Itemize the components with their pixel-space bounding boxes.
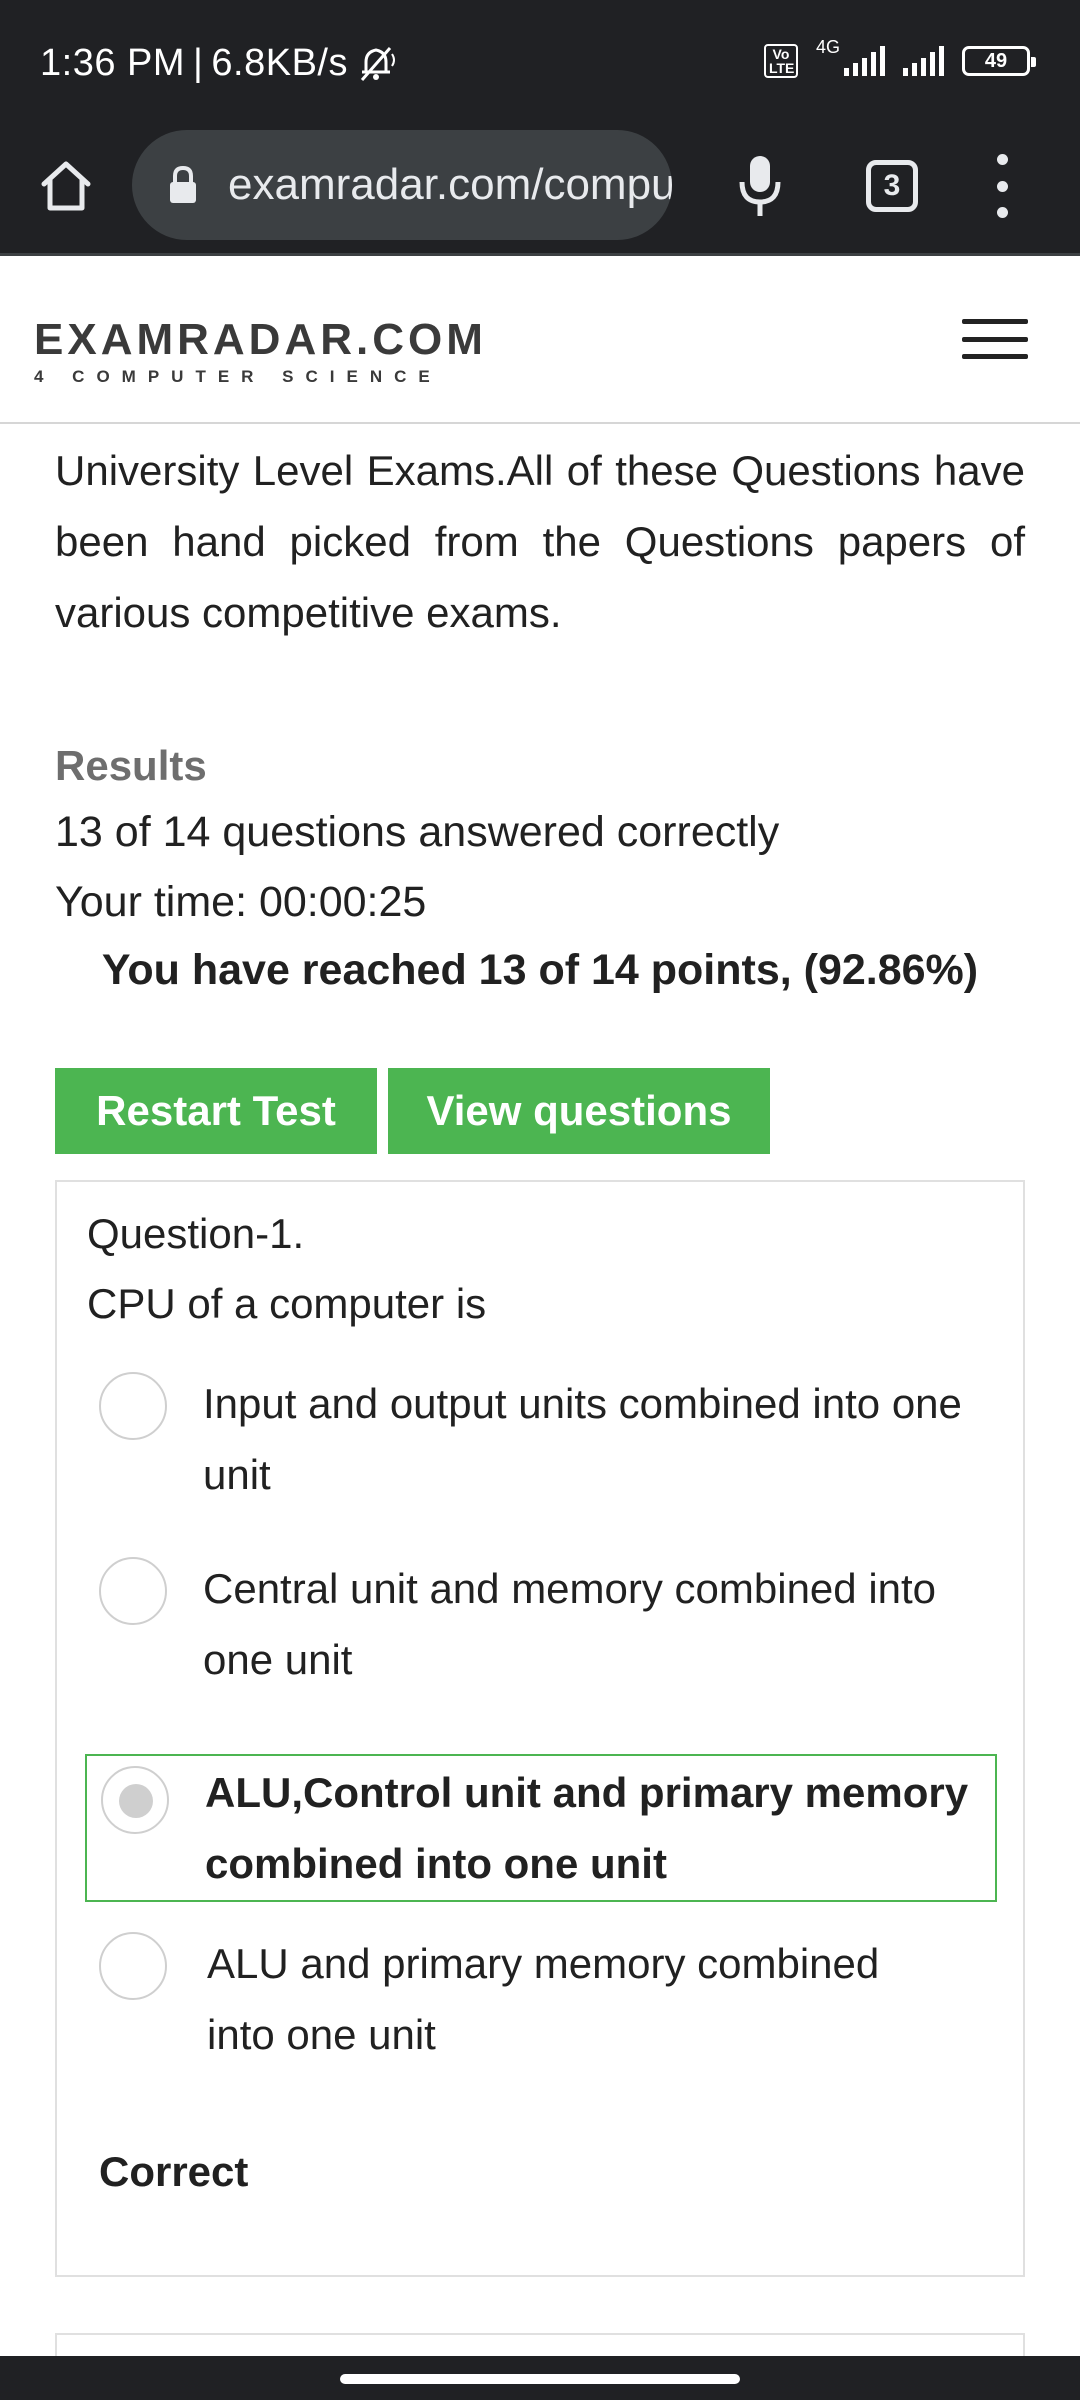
signal-icon bbox=[844, 46, 885, 76]
answer-option-4[interactable]: ALU and primary memory combined into one… bbox=[85, 1928, 997, 2078]
network-type: 4G bbox=[815, 36, 840, 57]
address-bar[interactable]: examradar.com/computer-fundamentals bbox=[132, 130, 672, 240]
battery-icon: 49 bbox=[962, 46, 1036, 76]
restart-test-button[interactable]: Restart Test bbox=[55, 1068, 377, 1154]
muted-bell-icon bbox=[360, 46, 395, 81]
microphone-icon[interactable] bbox=[734, 152, 786, 220]
answer-result: Correct bbox=[99, 2148, 249, 2195]
radio-button[interactable] bbox=[99, 1932, 167, 2000]
status-separator: | bbox=[193, 42, 204, 84]
volte-icon: Vo LTE bbox=[763, 44, 798, 78]
home-icon[interactable] bbox=[36, 156, 96, 216]
home-gesture-handle[interactable] bbox=[340, 2374, 740, 2384]
url-text: examradar.com/computer-fundamentals bbox=[228, 160, 672, 209]
hamburger-menu-icon[interactable] bbox=[962, 319, 1028, 359]
answer-option-2[interactable]: Central unit and memory combined into on… bbox=[85, 1553, 997, 1703]
status-bar: 1:36 PM | 6.8KB/s Vo LTE 4G 49 bbox=[0, 0, 1080, 130]
radio-button[interactable] bbox=[99, 1372, 167, 1440]
score-summary: You have reached 13 of 14 points, (92.86… bbox=[101, 946, 979, 994]
question-text: CPU of a computer is bbox=[87, 1280, 487, 1327]
radio-button-selected[interactable] bbox=[101, 1766, 169, 1834]
answer-option-1[interactable]: Input and output units combined into one… bbox=[85, 1368, 997, 1518]
signal-icon-2 bbox=[903, 46, 944, 76]
radio-button[interactable] bbox=[99, 1557, 167, 1625]
answered-count: 13 of 14 questions answered correctly bbox=[55, 808, 780, 856]
option-label: Input and output units combined into one… bbox=[203, 1380, 962, 1498]
logo-tagline: 4 COMPUTER SCIENCE bbox=[34, 367, 442, 386]
option-label: ALU and primary memory combined into one… bbox=[207, 1940, 880, 2058]
time-taken: Your time: 00:00:25 bbox=[55, 878, 427, 926]
logo-title: EXAMRADAR.COM bbox=[34, 315, 487, 364]
results-heading: Results bbox=[55, 742, 207, 789]
lock-icon bbox=[170, 165, 196, 203]
site-header: EXAMRADAR.COM 4 COMPUTER SCIENCE bbox=[0, 259, 1080, 424]
site-logo[interactable]: EXAMRADAR.COM 4 COMPUTER SCIENCE bbox=[34, 315, 487, 387]
status-left: 1:36 PM | 6.8KB/s bbox=[40, 42, 400, 85]
status-time: 1:36 PM bbox=[40, 42, 186, 84]
status-right: Vo LTE 4G 49 bbox=[763, 37, 1036, 78]
answer-option-3-selected[interactable]: ALU,Control unit and primary memory comb… bbox=[85, 1754, 997, 1902]
status-speed: 6.8KB/s bbox=[211, 42, 348, 84]
tab-switcher-button[interactable]: 3 bbox=[866, 160, 918, 212]
option-label: Central unit and memory combined into on… bbox=[203, 1565, 937, 1683]
view-questions-button[interactable]: View questions bbox=[388, 1068, 770, 1154]
intro-paragraph: University Level Exams.All of these Ques… bbox=[55, 447, 1025, 636]
system-navigation-bar bbox=[0, 2356, 1080, 2400]
option-label: ALU,Control unit and primary memory comb… bbox=[205, 1769, 969, 1887]
browser-toolbar: examradar.com/computer-fundamentals 3 bbox=[0, 130, 1080, 256]
question-card: Question-1. CPU of a computer is Input a… bbox=[55, 1180, 1025, 2277]
question-number: Question-1. bbox=[87, 1210, 305, 1257]
more-options-icon[interactable] bbox=[990, 154, 1014, 218]
